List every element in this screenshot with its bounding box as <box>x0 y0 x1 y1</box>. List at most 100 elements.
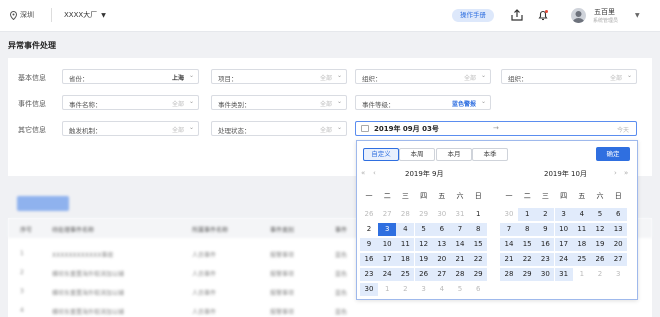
calendar-day[interactable]: 13 <box>609 223 628 236</box>
project-select[interactable]: 项目： 全部 ⌄ <box>211 69 347 84</box>
calendar-day[interactable]: 25 <box>572 253 591 266</box>
status-select[interactable]: 处理状态： 全部 ⌄ <box>211 121 347 136</box>
calendar-day[interactable]: 12 <box>591 223 609 236</box>
calendar-day[interactable]: 30 <box>433 208 451 221</box>
calendar-day[interactable]: 22 <box>518 253 537 266</box>
calendar-day[interactable]: 2 <box>591 268 609 281</box>
calendar-day[interactable]: 27 <box>432 268 451 281</box>
calendar-day[interactable]: 24 <box>554 253 573 266</box>
calendar-day[interactable]: 9 <box>360 238 378 251</box>
confirm-button[interactable]: 确定 <box>596 147 630 161</box>
calendar-day[interactable]: 12 <box>414 238 433 251</box>
calendar-day[interactable]: 17 <box>378 253 397 266</box>
calendar-day[interactable]: 30 <box>500 208 518 221</box>
event-name-select[interactable]: 事件名称： 全部 ⌄ <box>62 95 199 110</box>
province-select[interactable]: 省份： 上海 ⌄ <box>62 69 199 84</box>
calendar-day[interactable]: 1 <box>469 208 487 221</box>
event-type-select[interactable]: 事件类别： 全部 ⌄ <box>211 95 347 110</box>
calendar-day[interactable]: 16 <box>360 253 378 266</box>
calendar-day[interactable]: 6 <box>469 283 487 296</box>
calendar-day[interactable]: 18 <box>572 238 591 251</box>
prev-year-icon[interactable]: « <box>361 169 365 177</box>
calendar-day[interactable]: 13 <box>432 238 451 251</box>
calendar-day[interactable]: 6 <box>609 208 628 221</box>
calendar-day[interactable]: 8 <box>469 223 488 236</box>
calendar-day[interactable]: 22 <box>469 253 488 266</box>
trigger-select[interactable]: 触发机制： 全部 ⌄ <box>62 121 199 136</box>
calendar-day[interactable]: 2 <box>536 208 555 221</box>
calendar-day[interactable]: 14 <box>451 238 469 251</box>
next-year-icon[interactable]: » <box>624 169 628 177</box>
calendar-day[interactable]: 17 <box>554 238 573 251</box>
export-icon[interactable] <box>511 9 523 21</box>
org-select-1[interactable]: 组织： 全部 ⌄ <box>355 69 491 84</box>
calendar-day[interactable]: 7 <box>500 223 518 236</box>
calendar-day[interactable]: 20 <box>609 238 628 251</box>
avatar[interactable] <box>571 8 586 23</box>
calendar-day[interactable]: 23 <box>360 268 378 281</box>
calendar-day[interactable]: 5 <box>414 223 433 236</box>
calendar-day[interactable]: 9 <box>536 223 555 236</box>
calendar-day[interactable]: 27 <box>609 253 628 266</box>
calendar-day[interactable]: 26 <box>360 208 378 221</box>
calendar-day[interactable]: 6 <box>432 223 451 236</box>
calendar-day[interactable]: 5 <box>591 208 609 221</box>
batch-action-button[interactable] <box>17 196 69 211</box>
calendar-day[interactable]: 3 <box>609 268 627 281</box>
calendar-day[interactable]: 19 <box>591 238 609 251</box>
prev-month-icon[interactable]: ‹ <box>373 169 376 177</box>
calendar-day[interactable]: 5 <box>451 283 469 296</box>
location-switcher[interactable]: 深圳 <box>10 10 34 20</box>
calendar-day[interactable]: 25 <box>396 268 415 281</box>
calendar-day[interactable]: 10 <box>378 238 397 251</box>
calendar-day[interactable]: 2 <box>360 223 378 236</box>
calendar-day[interactable]: 3 <box>378 223 397 236</box>
calendar-day[interactable]: 30 <box>536 268 555 281</box>
quick-this-week-button[interactable]: 本周 <box>399 148 435 161</box>
user-menu-caret-icon[interactable]: ▼ <box>635 12 640 19</box>
bell-icon[interactable] <box>537 9 549 21</box>
date-range-input[interactable]: 2019年 09月 03号 → 今天 <box>355 121 637 136</box>
calendar-day[interactable]: 7 <box>451 223 469 236</box>
calendar-day[interactable]: 30 <box>360 283 378 296</box>
calendar-day[interactable]: 14 <box>500 238 518 251</box>
calendar-day[interactable]: 28 <box>396 208 414 221</box>
calendar-day[interactable]: 28 <box>451 268 469 281</box>
calendar-day[interactable]: 8 <box>518 223 537 236</box>
factory-selector[interactable]: XXXX大厂 ▼ <box>64 10 106 20</box>
calendar-day[interactable]: 11 <box>572 223 591 236</box>
calendar-day[interactable]: 21 <box>451 253 469 266</box>
calendar-day[interactable]: 20 <box>432 253 451 266</box>
calendar-day[interactable]: 2 <box>396 283 414 296</box>
calendar-day[interactable]: 10 <box>554 223 573 236</box>
calendar-day[interactable]: 23 <box>536 253 555 266</box>
calendar-day[interactable]: 29 <box>415 208 433 221</box>
org-select-2[interactable]: 组织： 全部 ⌄ <box>501 69 637 84</box>
calendar-day[interactable]: 4 <box>572 208 591 221</box>
calendar-day[interactable]: 29 <box>469 268 488 281</box>
calendar-day[interactable]: 24 <box>378 268 397 281</box>
calendar-day[interactable]: 1 <box>378 283 396 296</box>
calendar-day[interactable]: 4 <box>396 223 415 236</box>
calendar-day[interactable]: 15 <box>469 238 488 251</box>
calendar-day[interactable]: 15 <box>518 238 537 251</box>
calendar-day[interactable]: 29 <box>518 268 537 281</box>
calendar-day[interactable]: 26 <box>414 268 433 281</box>
next-month-icon[interactable]: › <box>614 169 617 177</box>
calendar-day[interactable]: 11 <box>396 238 415 251</box>
calendar-day[interactable]: 31 <box>554 268 573 281</box>
calendar-day[interactable]: 3 <box>415 283 433 296</box>
calendar-day[interactable]: 16 <box>536 238 555 251</box>
calendar-day[interactable]: 1 <box>573 268 591 281</box>
calendar-day[interactable]: 4 <box>433 283 451 296</box>
calendar-day[interactable]: 26 <box>591 253 609 266</box>
manual-button[interactable]: 操作手册 <box>452 9 494 22</box>
quick-custom-button[interactable]: 自定义 <box>363 148 399 161</box>
calendar-day[interactable]: 18 <box>396 253 415 266</box>
calendar-day[interactable]: 3 <box>554 208 573 221</box>
calendar-day[interactable]: 21 <box>500 253 518 266</box>
quick-this-quarter-button[interactable]: 本季 <box>472 148 508 161</box>
calendar-day[interactable]: 31 <box>451 208 469 221</box>
calendar-day[interactable]: 27 <box>378 208 396 221</box>
event-level-select[interactable]: 事件等级： 蓝色警报 ⌄ <box>355 95 491 110</box>
